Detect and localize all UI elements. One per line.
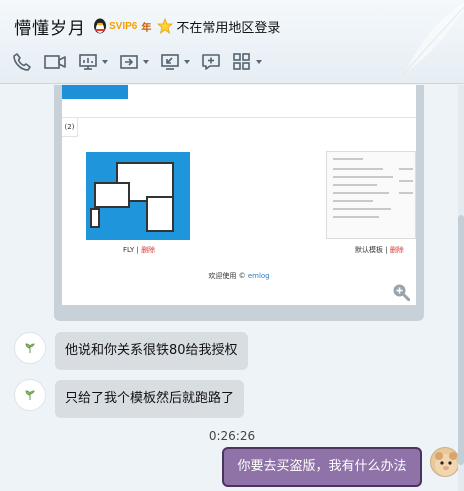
theme1-caption: FLY | 删除 [123,245,155,255]
voice-call-button[interactable] [12,52,32,72]
separator: | [383,246,390,254]
screen-share-icon [79,54,97,70]
image-message-bubble[interactable]: 设置 (2) FLY | 删除 [54,85,424,321]
chevron-down-icon[interactable] [256,60,262,64]
theme1-delete-link: 删除 [141,246,156,254]
theme2-delete-link: 删除 [389,246,404,254]
divider [62,117,416,118]
video-icon [44,55,66,69]
apps-button[interactable] [232,52,262,72]
zoom-in-icon[interactable] [392,283,410,301]
add-chat-button[interactable] [201,52,221,72]
remote-assist-icon [120,55,138,69]
message-bubble[interactable]: 他说和你关系很铁80给我授权 [55,332,248,370]
theme1-name: FLY [123,246,135,254]
shared-screenshot[interactable]: 设置 (2) FLY | 删除 [62,85,416,305]
theme2-caption: 默认模板 | 删除 [355,245,404,255]
scrollbar-thumb[interactable] [458,215,464,465]
sprout-icon [25,390,35,400]
welcome-text: 欢迎使用 © [208,272,248,280]
year-badge: 年 [141,22,152,34]
chat-header: 懵懂岁月 SVIP6 年 不在常用地区登录 [0,0,464,84]
fly-theme-preview [86,152,190,240]
avatar[interactable] [14,332,46,364]
chevron-down-icon[interactable] [143,60,149,64]
default-theme-preview [326,151,416,239]
qq-penguin-icon [94,18,106,34]
screenshot-icon [161,54,179,70]
page-tab: (2) [62,117,78,137]
message-timestamp: 0:26:26 [208,429,256,443]
phone-mockup [90,208,100,228]
star-icon [157,18,174,34]
tablet-mockup [146,196,174,232]
chevron-down-icon[interactable] [102,60,108,64]
hamster-avatar-icon [435,452,457,476]
theme-preview-image [62,85,128,99]
contact-name[interactable]: 懵懂岁月 [14,14,86,39]
chevron-down-icon[interactable] [184,60,190,64]
settings-link: 设置 [190,85,204,87]
screenshot-button[interactable] [160,52,190,72]
laptop-mockup [94,182,130,208]
apps-icon [233,53,250,70]
remote-assist-button[interactable] [119,52,149,72]
login-location-status: 不在常用地区登录 [176,20,281,36]
feather-decoration-icon [403,2,464,75]
add-chat-icon [202,54,220,70]
screen-share-button[interactable] [78,52,108,72]
video-call-button[interactable] [43,52,67,72]
message-list[interactable]: 设置 (2) FLY | 删除 [0,85,464,491]
svip-badge[interactable]: SVIP6 [109,21,137,32]
my-message-bubble[interactable]: 你要去买盗版，我有什么办法 [222,447,422,487]
theme2-name: 默认模板 [355,246,383,254]
sprout-icon [25,343,35,353]
phone-icon [13,53,31,71]
avatar[interactable] [14,379,46,411]
chat-toolbar [12,50,273,74]
message-bubble[interactable]: 只给了我个模板然后就跑路了 [55,380,245,418]
emlog-link: emlog [247,272,270,280]
my-avatar[interactable] [430,447,460,477]
footer-welcome: 欢迎使用 © emlog [62,271,416,281]
